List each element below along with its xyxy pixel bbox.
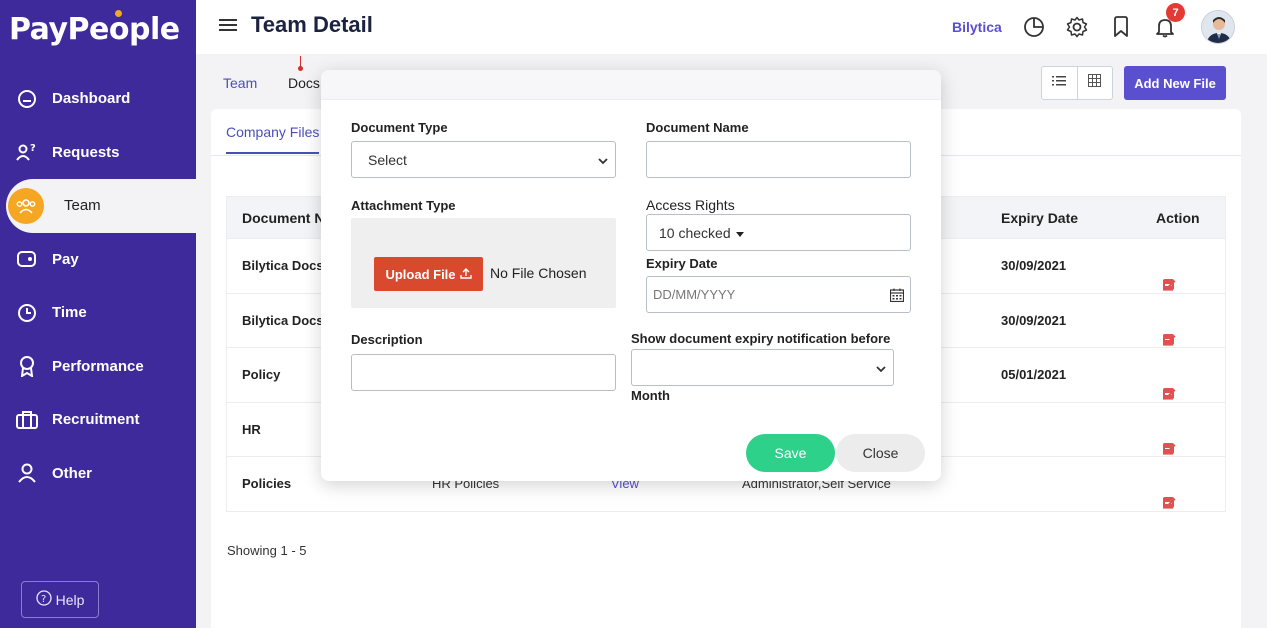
sidebar-item-label: Other bbox=[52, 464, 93, 482]
breadcrumb-docs[interactable]: Docs bbox=[288, 75, 320, 91]
calendar-icon[interactable] bbox=[889, 288, 905, 305]
upload-icon bbox=[459, 267, 472, 282]
row-expiry-date: 05/01/2021 bbox=[1001, 367, 1067, 382]
access-rights-label: Access Rights bbox=[646, 197, 735, 213]
add-file-modal: Document Type Select Document Name Attac… bbox=[321, 70, 941, 481]
expiry-notification-label: Show document expiry notification before bbox=[631, 331, 891, 346]
gear-icon[interactable] bbox=[1066, 16, 1088, 43]
attachment-dropzone: Upload File No File Chosen bbox=[351, 218, 616, 308]
pagination-info: Showing 1 - 5 bbox=[227, 543, 307, 558]
row-document-name: Policies bbox=[242, 476, 292, 491]
access-rights-value: 10 checked bbox=[659, 224, 731, 241]
sidebar-item-performance[interactable]: Performance bbox=[0, 340, 196, 394]
document-type-select[interactable]: Select bbox=[351, 141, 616, 178]
expiry-notification-select[interactable] bbox=[631, 349, 894, 386]
wallet-icon bbox=[16, 248, 38, 270]
column-header-action: Action bbox=[1156, 210, 1200, 226]
dashboard-icon bbox=[16, 88, 38, 110]
company-name[interactable]: Bilytica bbox=[952, 19, 1002, 35]
sidebar-item-other[interactable]: Other bbox=[0, 447, 196, 501]
chevron-down-icon bbox=[597, 154, 609, 170]
description-label: Description bbox=[351, 332, 423, 347]
sidebar-item-dashboard[interactable]: Dashboard bbox=[0, 72, 196, 126]
user-icon bbox=[16, 462, 38, 484]
expiry-date-input[interactable]: DD/MM/YYYY bbox=[646, 276, 911, 313]
hamburger-menu-icon[interactable] bbox=[219, 18, 237, 37]
access-rights-dropdown[interactable]: 10 checked bbox=[646, 214, 911, 251]
paypeople-logo[interactable]: PayPeo ple bbox=[9, 10, 180, 47]
sidebar-item-recruitment[interactable]: Recruitment bbox=[0, 393, 196, 447]
upload-file-button[interactable]: Upload File bbox=[374, 257, 483, 291]
help-icon: ? bbox=[35, 590, 52, 609]
document-type-value: Select bbox=[368, 151, 407, 168]
clock-icon bbox=[16, 302, 38, 324]
svg-text:?: ? bbox=[30, 143, 36, 154]
expiry-date-placeholder: DD/MM/YYYY bbox=[653, 287, 736, 302]
description-input[interactable] bbox=[351, 354, 616, 391]
list-view-button[interactable] bbox=[1042, 67, 1078, 99]
add-new-file-button[interactable]: Add New File bbox=[1124, 66, 1226, 100]
caret-down-icon bbox=[735, 225, 744, 241]
row-document-name: Policy bbox=[242, 367, 281, 382]
row-document-name: Bilytica Docs bbox=[242, 312, 324, 328]
row-document-name: HR bbox=[242, 421, 261, 437]
sidebar-item-label: Performance bbox=[52, 357, 144, 375]
sidebar-item-label: Dashboard bbox=[52, 90, 131, 108]
edit-icon[interactable] bbox=[1162, 497, 1176, 512]
modal-top-bar bbox=[321, 70, 941, 100]
attachment-type-label: Attachment Type bbox=[351, 198, 456, 213]
bookmark-icon[interactable] bbox=[1112, 16, 1130, 43]
document-name-input[interactable] bbox=[646, 141, 911, 178]
no-file-chosen-text: No File Chosen bbox=[490, 265, 587, 281]
requests-icon: ? bbox=[16, 141, 38, 163]
breadcrumb-team-link[interactable]: Team bbox=[223, 75, 257, 91]
team-icon bbox=[8, 187, 44, 224]
sidebar-item-label: Team bbox=[64, 197, 101, 215]
view-toggle bbox=[1041, 66, 1113, 100]
sidebar-nav: Dashboard ? Requests Team Pay Time Perfo… bbox=[0, 72, 196, 500]
page-title: Team Detail bbox=[251, 12, 373, 37]
notification-badge: 7 bbox=[1166, 3, 1185, 22]
grid-view-button[interactable] bbox=[1078, 67, 1113, 99]
row-document-name: Bilytica Docs bbox=[242, 258, 324, 273]
column-header-document-name[interactable]: Document N bbox=[242, 210, 324, 226]
save-button[interactable]: Save bbox=[746, 434, 835, 472]
grid-icon bbox=[1088, 74, 1102, 92]
expiry-date-label: Expiry Date bbox=[646, 256, 718, 271]
sidebar-item-requests[interactable]: ? Requests bbox=[0, 126, 196, 180]
logo-dot bbox=[114, 10, 122, 17]
help-button[interactable]: ? Help bbox=[21, 581, 99, 618]
tab-company-files[interactable]: Company Files bbox=[226, 124, 320, 154]
document-type-label: Document Type bbox=[351, 120, 448, 135]
sidebar-item-label: Pay bbox=[52, 250, 79, 268]
sidebar-item-team[interactable]: Team bbox=[6, 179, 196, 233]
active-crumb-marker bbox=[298, 56, 303, 71]
logo-dot-o: o bbox=[108, 10, 130, 47]
logo-text-a: PayPe bbox=[9, 12, 109, 47]
svg-text:?: ? bbox=[41, 594, 46, 605]
sidebar-item-time[interactable]: Time bbox=[0, 286, 196, 340]
list-icon bbox=[1052, 74, 1067, 92]
logo-text-b: ple bbox=[129, 12, 180, 47]
help-label: Help bbox=[55, 591, 85, 608]
row-expiry-date: 30/09/2021 bbox=[1001, 312, 1067, 328]
sidebar-item-pay[interactable]: Pay bbox=[0, 233, 196, 287]
chevron-down-icon bbox=[875, 362, 887, 378]
top-header: Team Detail Bilytica 7 bbox=[196, 0, 1267, 54]
sidebar: PayPeople Dashboard ? Requests Team Pay bbox=[0, 0, 196, 628]
sidebar-item-label: Time bbox=[52, 304, 87, 322]
award-icon bbox=[16, 355, 38, 378]
upload-file-label: Upload File bbox=[385, 266, 456, 282]
column-header-expiry-date[interactable]: Expiry Date bbox=[1001, 210, 1078, 226]
sidebar-item-label: Recruitment bbox=[52, 411, 140, 429]
row-expiry-date: 30/09/2021 bbox=[1001, 258, 1067, 273]
briefcase-icon bbox=[16, 409, 38, 431]
notification-unit-label: Month bbox=[631, 388, 670, 403]
user-avatar[interactable] bbox=[1201, 10, 1235, 44]
close-button[interactable]: Close bbox=[836, 434, 925, 472]
pie-chart-icon[interactable] bbox=[1023, 16, 1045, 43]
document-name-label: Document Name bbox=[646, 120, 749, 135]
sidebar-item-label: Requests bbox=[52, 143, 120, 161]
